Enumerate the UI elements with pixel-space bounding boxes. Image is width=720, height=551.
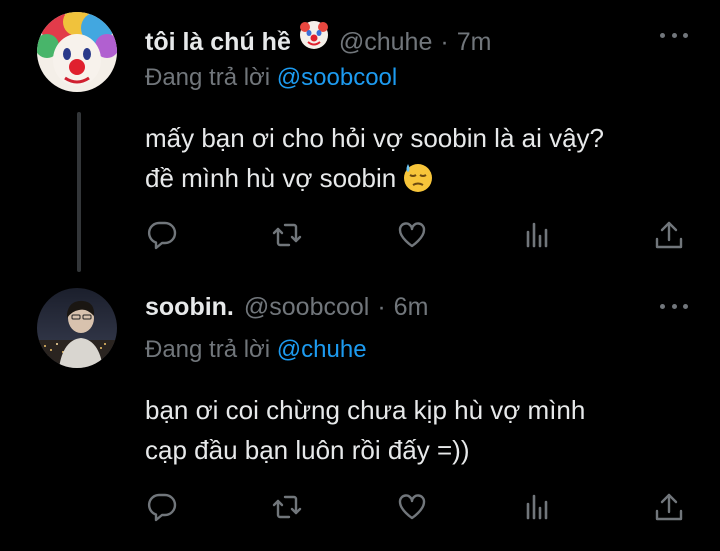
avatar-soobcool[interactable]	[37, 288, 117, 368]
views-icon[interactable]	[520, 218, 554, 252]
share-icon[interactable]	[652, 218, 686, 252]
retweet-icon[interactable]	[270, 218, 304, 252]
user-handle[interactable]: @chuhe	[339, 28, 433, 57]
replying-to: Đang trả lời @chuhe	[145, 336, 367, 364]
action-bar	[140, 218, 700, 252]
replying-to: Đang trả lời @soobcool	[145, 64, 397, 92]
display-name[interactable]: soobin.	[145, 293, 234, 322]
reply-mention-link[interactable]: @soobcool	[277, 64, 397, 91]
timestamp[interactable]: 7m	[457, 28, 492, 57]
reply-mention-link[interactable]: @chuhe	[277, 336, 367, 363]
tweet-text: bạn ơi coi chừng chưa kịp hù vợ mình cạp…	[145, 390, 585, 470]
tweet-text: mấy bạn ơi cho hỏi vợ soobin là ai vậy? …	[145, 118, 604, 198]
like-icon[interactable]	[395, 218, 429, 252]
display-name[interactable]: tôi là chú hề	[145, 28, 291, 57]
tweet-text-line: mấy bạn ơi cho hỏi vợ soobin là ai vậy?	[145, 123, 605, 153]
tweet-text-line: bạn ơi coi chừng chưa kịp hù vợ mình	[145, 395, 586, 425]
share-icon[interactable]	[652, 490, 686, 524]
tweet-text-line-2: đề mình hù vợ soobin	[145, 158, 604, 198]
separator-dot: ·	[377, 293, 386, 321]
tweet-text-line: đề mình hù vợ soobin	[145, 163, 397, 193]
thread-line	[77, 112, 81, 272]
tweet-header: soobin. @soobcool · 6m	[145, 293, 428, 322]
more-options-icon[interactable]	[660, 301, 688, 311]
reply-icon[interactable]	[145, 490, 179, 524]
more-options-icon[interactable]	[660, 30, 688, 40]
separator-dot: ·	[440, 28, 449, 56]
tweet-text-line: cạp đầu bạn luôn rồi đấy =))	[145, 435, 470, 465]
timestamp[interactable]: 6m	[394, 293, 429, 322]
avatar-chuhe[interactable]	[37, 12, 117, 92]
tweet-header: tôi là chú hề @chuhe · 7m	[145, 20, 491, 57]
clown-face-icon	[299, 20, 329, 50]
views-icon[interactable]	[520, 490, 554, 524]
replying-to-label: Đang trả lời	[145, 336, 271, 363]
downcast-face-with-sweat-icon	[402, 161, 434, 193]
replying-to-label: Đang trả lời	[145, 64, 271, 91]
action-bar	[140, 490, 700, 524]
reply-icon[interactable]	[145, 218, 179, 252]
like-icon[interactable]	[395, 490, 429, 524]
user-handle[interactable]: @soobcool	[244, 293, 369, 322]
retweet-icon[interactable]	[270, 490, 304, 524]
